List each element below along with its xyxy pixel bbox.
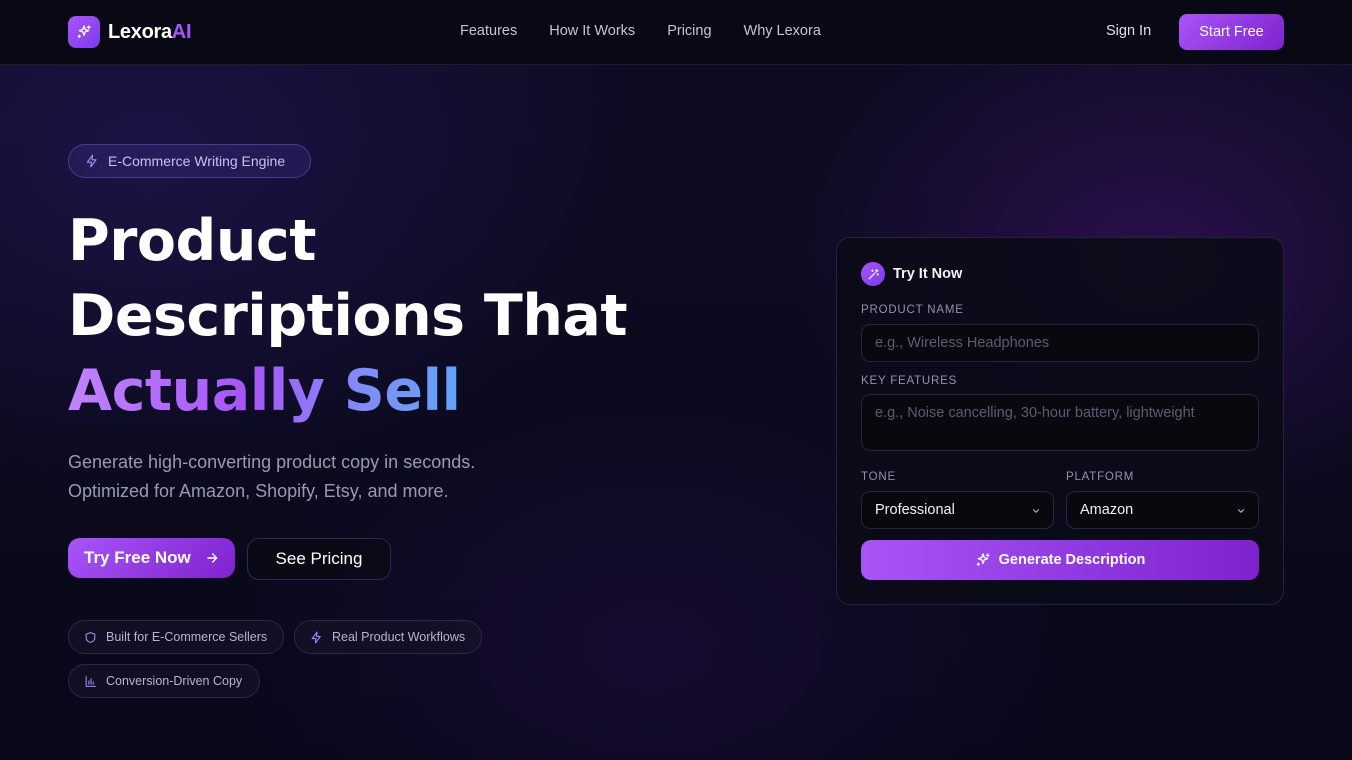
- subtitle-line-2: Optimized for Amazon, Shopify, Etsy, and…: [68, 481, 449, 501]
- logo-text: LexoraAI: [108, 20, 192, 44]
- tone-label: TONE: [861, 471, 896, 483]
- nav-links: Features How It Works Pricing Why Lexora: [460, 23, 853, 39]
- top-navbar: LexoraAI Features How It Works Pricing W…: [0, 0, 1352, 65]
- tone-select-value: Professional: [875, 502, 955, 518]
- chip-label: Built for E-Commerce Sellers: [106, 630, 268, 644]
- logo-ai-suffix: AI: [171, 20, 192, 43]
- generate-description-button[interactable]: Generate Description: [861, 540, 1259, 580]
- key-features-textarea[interactable]: e.g., Noise cancelling, 30-hour battery,…: [861, 394, 1259, 451]
- platform-label: PLATFORM: [1066, 471, 1135, 483]
- try-free-now-button[interactable]: Try Free Now: [68, 538, 235, 578]
- logo-wordmark: Lexora: [108, 20, 172, 43]
- lightning-icon: [311, 631, 321, 643]
- bar-chart-icon: [85, 675, 96, 687]
- tone-select[interactable]: Professional: [861, 491, 1054, 529]
- hero-subtitle: Generate high-converting product copy in…: [68, 448, 588, 506]
- product-name-input[interactable]: e.g., Wireless Headphones: [861, 324, 1259, 362]
- sparkles-icon: [68, 16, 100, 48]
- product-name-label: PRODUCT NAME: [861, 304, 964, 316]
- chip-built-for-sellers: Built for E-Commerce Sellers: [68, 620, 284, 654]
- logo[interactable]: LexoraAI: [68, 16, 192, 48]
- nav-link-features[interactable]: Features: [460, 23, 517, 39]
- subtitle-line-1: Generate high-converting product copy in…: [68, 452, 476, 472]
- shield-icon: [85, 631, 96, 643]
- sign-in-link[interactable]: Sign In: [1106, 23, 1151, 39]
- nav-link-why-lexora[interactable]: Why Lexora: [744, 23, 821, 39]
- try-it-now-card: Try It Now PRODUCT NAME e.g., Wireless H…: [836, 237, 1284, 605]
- hero-badge-label: E-Commerce Writing Engine: [108, 153, 286, 169]
- chip-label: Conversion-Driven Copy: [106, 674, 243, 688]
- see-pricing-button[interactable]: See Pricing: [247, 538, 391, 580]
- chevron-down-icon: [1237, 509, 1245, 513]
- nav-link-how-it-works[interactable]: How It Works: [549, 23, 635, 39]
- platform-select-value: Amazon: [1080, 502, 1134, 518]
- headline-line-2: Descriptions That: [68, 283, 628, 349]
- generate-description-label: Generate Description: [998, 552, 1146, 568]
- sparkles-icon: [976, 553, 990, 566]
- headline-line-1: Product: [68, 208, 316, 274]
- hero-badge: E-Commerce Writing Engine: [68, 144, 311, 178]
- chip-real-workflows: Real Product Workflows: [294, 620, 482, 654]
- card-title: Try It Now: [893, 266, 963, 282]
- start-free-button[interactable]: Start Free: [1179, 14, 1284, 50]
- lightning-icon: [86, 154, 97, 168]
- chip-conversion-driven: Conversion-Driven Copy: [68, 664, 260, 698]
- nav-link-pricing[interactable]: Pricing: [667, 23, 711, 39]
- key-features-label: KEY FEATURES: [861, 375, 958, 387]
- platform-select[interactable]: Amazon: [1066, 491, 1259, 529]
- hero-headline: Product Descriptions That Actually Sell: [68, 204, 628, 429]
- magic-wand-icon: [861, 262, 885, 286]
- arrow-right-icon: [206, 553, 218, 563]
- try-free-now-label: Try Free Now: [84, 548, 191, 567]
- chevron-down-icon: [1032, 509, 1040, 513]
- card-header: Try It Now: [861, 262, 962, 286]
- headline-highlight: Actually Sell: [68, 358, 461, 424]
- chip-label: Real Product Workflows: [332, 630, 466, 644]
